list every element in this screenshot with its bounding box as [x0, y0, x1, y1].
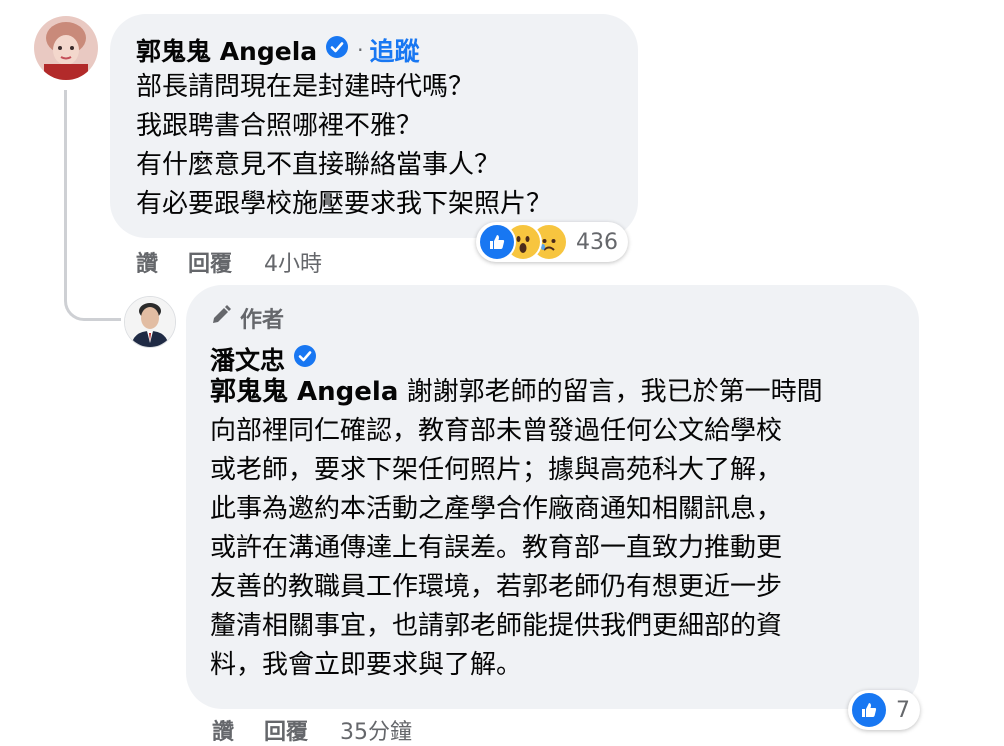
comment-reactions[interactable]: 436: [476, 222, 628, 262]
reply-line: 郭鬼鬼 Angela 謝謝郭老師的留言，我已於第一時間: [210, 373, 823, 412]
comment-line: 有什麼意見不直接聯絡當事人？: [136, 150, 501, 180]
reply-line: 友善的教職員工作環境，若郭老師仍有想更近一步: [210, 572, 783, 602]
comment-line: 我跟聘書合照哪裡不雅？: [136, 111, 423, 141]
reply-timestamp[interactable]: 35分鐘: [340, 714, 412, 746]
author-tag: 作者: [210, 302, 284, 334]
follow-button[interactable]: 追蹤: [370, 32, 420, 68]
verified-badge-icon: [293, 344, 317, 374]
comment-author-name[interactable]: 郭鬼鬼 Angela: [136, 32, 317, 68]
like-button[interactable]: 讚: [136, 246, 158, 278]
reply-actions: 讚 回覆 35分鐘: [212, 714, 412, 746]
reply-line-text: 謝謝郭老師的留言，我已於第一時間: [398, 377, 823, 407]
comment-reaction-count: 436: [576, 229, 618, 255]
reply-reactions[interactable]: 7: [848, 690, 920, 730]
mention-link[interactable]: 郭鬼鬼 Angela: [210, 377, 398, 407]
follow-separator: ·: [357, 38, 364, 62]
reply-button[interactable]: 回覆: [264, 714, 308, 746]
like-button[interactable]: 讚: [212, 714, 234, 746]
like-icon: [478, 223, 516, 261]
pen-icon: [210, 304, 232, 332]
comment-bubble: 郭鬼鬼 Angela · 追蹤 部長請問現在是封建時代嗎？ 我跟聘書合照哪裡不雅…: [110, 14, 638, 238]
commenter-avatar[interactable]: [34, 16, 98, 80]
verified-badge-icon: [325, 35, 349, 65]
like-icon: [850, 691, 888, 729]
comment-text: 部長請問現在是封建時代嗎？ 我跟聘書合照哪裡不雅？ 有什麼意見不直接聯絡當事人？…: [136, 68, 552, 224]
reply-line: 料，我會立即要求與了解。: [210, 650, 523, 680]
reply-line: 向部裡同仁確認，教育部未曾發過任何公文給學校: [210, 416, 783, 446]
reply-line: 釐清相關事宜，也請郭老師能提供我們更細部的資: [210, 611, 783, 641]
reply-author-name[interactable]: 潘文忠: [210, 341, 285, 377]
reply-button[interactable]: 回覆: [188, 246, 232, 278]
reply-text: 郭鬼鬼 Angela 謝謝郭老師的留言，我已於第一時間 向部裡同仁確認，教育部未…: [210, 373, 823, 685]
reply-author-avatar[interactable]: [124, 296, 176, 348]
reply-bubble: 作者 潘文忠 郭鬼鬼 Angela 謝謝郭老師的留言，我已於第一時間 向部裡同仁…: [186, 285, 919, 709]
thread-connector: [64, 90, 121, 321]
comment-timestamp[interactable]: 4小時: [264, 246, 322, 278]
comment-actions: 讚 回覆 4小時: [136, 246, 322, 278]
reply-line: 或許在溝通傳達上有誤差。教育部一直致力推動更: [210, 533, 783, 563]
reply-line: 或老師，要求下架任何照片；據與高苑科大了解，: [210, 455, 783, 485]
reply-line: 此事為邀約本活動之產學合作廠商通知相關訊息，: [210, 494, 783, 524]
comment-line: 有必要跟學校施壓要求我下架照片？: [136, 189, 553, 219]
author-tag-label: 作者: [240, 308, 285, 333]
comment-line: 部長請問現在是封建時代嗎？: [136, 72, 475, 102]
reply-reaction-count: 7: [896, 697, 910, 723]
